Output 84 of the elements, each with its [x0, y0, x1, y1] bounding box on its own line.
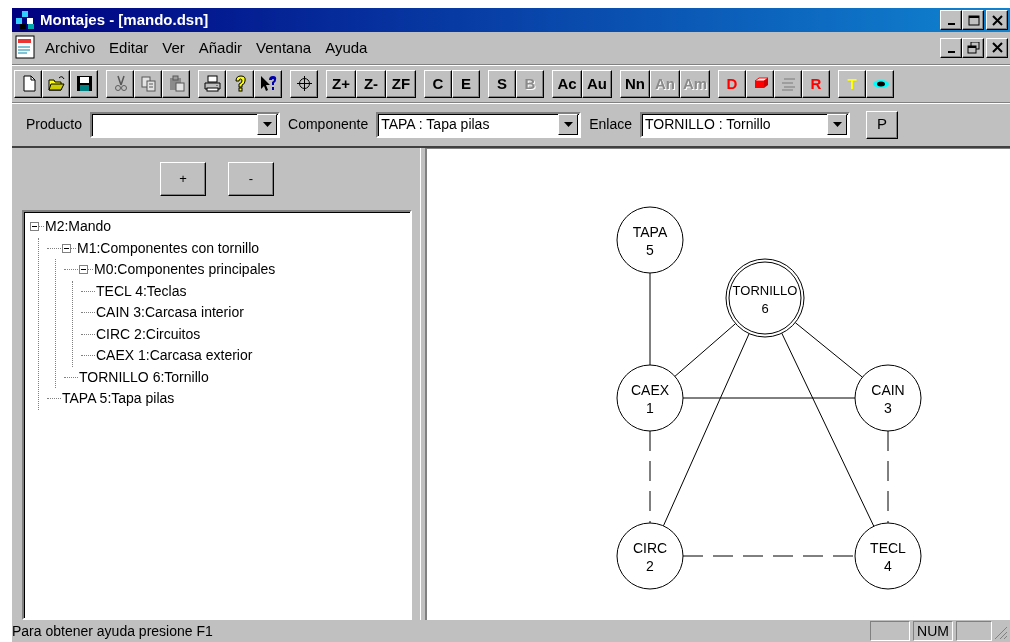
tool-button[interactable]: [226, 69, 254, 98]
graph-node[interactable]: TORNILLO 6: [725, 258, 805, 338]
menu-item[interactable]: Añadir: [191, 34, 250, 62]
field-label: Producto: [26, 115, 83, 134]
collapse-icon[interactable]: [62, 243, 71, 253]
close-icon: [990, 14, 1004, 26]
tree-item[interactable]: TORNILLO 6:Tornillo: [79, 366, 209, 388]
crosshair-icon: [295, 75, 313, 92]
status-text: Para obtener ayuda presione F1: [12, 621, 214, 641]
close-button[interactable]: [986, 10, 1008, 30]
pointer-help-icon: [259, 75, 277, 92]
dropdown-button[interactable]: [257, 114, 278, 135]
close-icon: [990, 42, 1004, 54]
copy-icon: [139, 75, 157, 92]
tree-item[interactable]: TAPA 5:Tapa pilas: [62, 388, 175, 410]
combo-value: TAPA : Tapa pilas: [381, 115, 490, 134]
tree-item[interactable]: CAEX 1:Carcasa exterior: [96, 345, 253, 367]
maximize-button[interactable]: [962, 10, 984, 30]
tool-button[interactable]: E: [452, 69, 480, 98]
tool-button[interactable]: S: [488, 69, 516, 98]
restore-button[interactable]: [962, 38, 984, 58]
open-folder-icon: [47, 75, 65, 92]
dropdown-arrow-icon: [262, 122, 272, 127]
save-icon: [75, 75, 93, 92]
window-title: Montajes - [mando.dsn]: [40, 9, 209, 30]
combo-value: TORNILLO : Tornillo: [645, 115, 771, 134]
tool-button[interactable]: [290, 69, 318, 98]
minimize-button[interactable]: [940, 10, 962, 30]
status-indicator: NUM: [913, 621, 953, 641]
paste-icon: [167, 75, 185, 92]
menu-item[interactable]: Ventana: [249, 34, 319, 62]
graph-node[interactable]: TECL 4: [854, 522, 922, 590]
tree-item[interactable]: M1:Componentes con tornillo: [77, 237, 260, 259]
tool-button[interactable]: Ac: [552, 69, 582, 98]
tool-button[interactable]: [42, 69, 70, 98]
tool-button[interactable]: C: [424, 69, 452, 98]
tool-button[interactable]: ZF: [386, 69, 416, 98]
minimize-icon: [947, 51, 955, 53]
dropdown-button[interactable]: [827, 114, 848, 135]
tool-button[interactable]: [14, 69, 42, 98]
minimize-icon: [947, 23, 955, 25]
graph-node[interactable]: CAIN 3: [854, 364, 922, 432]
tool-button[interactable]: [70, 69, 98, 98]
minimize-button[interactable]: [940, 38, 962, 58]
menu-item[interactable]: Ver: [155, 34, 192, 62]
tree-item[interactable]: TECL 4:Teclas: [96, 280, 187, 302]
tree-item[interactable]: M2:Mando: [45, 216, 112, 238]
printer-icon: [203, 75, 221, 92]
tool-button[interactable]: [198, 69, 226, 98]
graph-node[interactable]: TAPA 5: [616, 206, 684, 274]
document-icon: [14, 35, 38, 61]
tool-button[interactable]: [746, 69, 774, 98]
combo-box[interactable]: TAPA : Tapa pilas: [376, 111, 582, 138]
app-icon: [14, 10, 36, 30]
tool-button[interactable]: Z+: [326, 69, 356, 98]
graph-node[interactable]: CAEX 1: [616, 364, 684, 432]
menu-item[interactable]: Archivo: [38, 34, 103, 62]
tool-button[interactable]: [866, 69, 894, 98]
tree-button[interactable]: +: [160, 162, 206, 196]
close-button[interactable]: [986, 38, 1008, 58]
tool-button[interactable]: Z-: [356, 69, 386, 98]
tree-item[interactable]: M0:Componentes principales: [94, 259, 276, 281]
graph-node[interactable]: CIRC 2: [616, 522, 684, 590]
menu-item[interactable]: Editar: [102, 34, 156, 62]
combo-box[interactable]: TORNILLO : Tornillo: [640, 111, 851, 138]
field-label: Enlace: [589, 115, 633, 134]
menu-item[interactable]: Ayuda: [318, 34, 375, 62]
combo-box[interactable]: [90, 111, 281, 138]
p-button[interactable]: P: [866, 110, 899, 139]
tool-button[interactable]: Au: [582, 69, 612, 98]
dropdown-button[interactable]: [558, 114, 579, 135]
collapse-icon[interactable]: [79, 265, 88, 275]
dropdown-arrow-icon: [832, 122, 842, 127]
tree-item[interactable]: CAIN 3:Carcasa interior: [96, 302, 244, 324]
collapse-icon[interactable]: [30, 222, 39, 232]
stacked-lines-icon: [779, 75, 797, 92]
maximize-icon: [966, 14, 980, 26]
dropdown-arrow-icon: [563, 122, 573, 127]
tool-button[interactable]: Nn: [620, 69, 650, 98]
tree-button[interactable]: -: [228, 162, 274, 196]
restore-icon: [966, 42, 980, 54]
tool-button[interactable]: [254, 69, 282, 98]
tree-item[interactable]: CIRC 2:Circuitos: [96, 323, 201, 345]
field-label: Componente: [288, 115, 369, 134]
